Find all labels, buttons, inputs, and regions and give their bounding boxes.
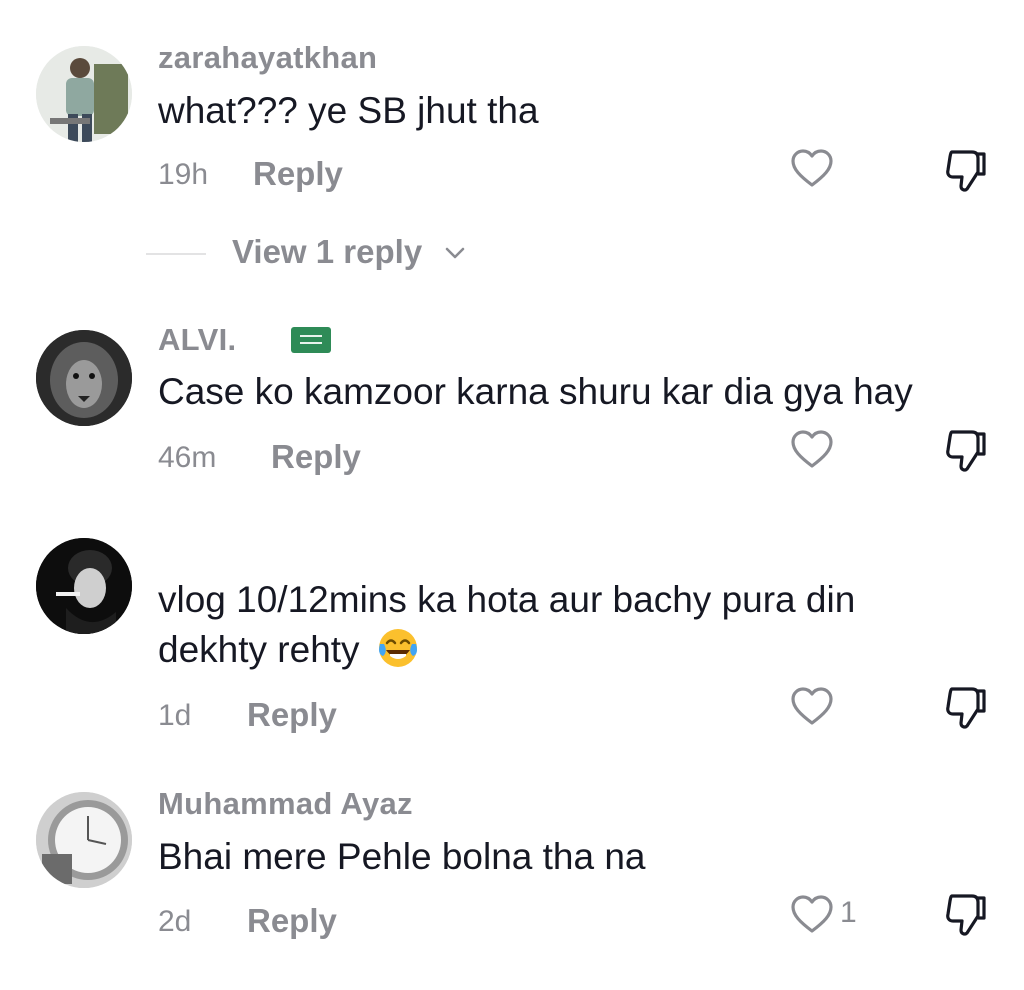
like-button[interactable] <box>790 429 834 469</box>
reply-button[interactable]: Reply <box>253 155 343 193</box>
comment-text: Case ko kamzoor karna shuru kar dia gya … <box>158 371 913 412</box>
thumbs-down-icon <box>946 430 986 472</box>
avatar[interactable] <box>36 792 132 888</box>
reply-button[interactable]: Reply <box>247 902 337 940</box>
comment-time: 1d <box>158 699 192 732</box>
face-with-tears-of-joy-icon <box>378 629 417 667</box>
comment-username[interactable]: zarahayatkhan <box>158 40 377 76</box>
comment-text-line2: dekhty rehty <box>158 625 420 674</box>
comment-username[interactable]: ALVI. <box>158 322 236 358</box>
avatar[interactable] <box>36 538 132 634</box>
smoking-man-photo-avatar-icon <box>36 538 132 634</box>
view-replies-button[interactable]: View 1 reply <box>146 230 526 276</box>
like-button[interactable] <box>790 148 834 188</box>
dislike-button[interactable] <box>944 428 988 474</box>
chevron-down-icon <box>445 247 465 259</box>
dislike-button[interactable] <box>944 148 988 194</box>
heart-icon <box>791 895 833 933</box>
comment-text: what??? ye SB jhut tha <box>158 90 539 131</box>
lion-photo-avatar-icon <box>36 330 132 426</box>
person-photo-avatar-icon <box>36 46 132 142</box>
avatar[interactable] <box>36 330 132 426</box>
thumbs-down-icon <box>946 687 986 729</box>
comment-text-content: dekhty rehty <box>158 629 360 670</box>
comment-text: Bhai mere Pehle bolna tha na <box>158 836 646 877</box>
comment-username[interactable]: Muhammad Ayaz <box>158 786 413 822</box>
heart-icon <box>791 430 833 468</box>
dislike-button[interactable] <box>944 685 988 731</box>
heart-icon <box>791 687 833 725</box>
thumbs-down-icon <box>946 894 986 936</box>
watch-photo-avatar-icon <box>36 792 132 888</box>
saudi-arabia-flag-icon <box>291 327 331 353</box>
like-button[interactable] <box>790 894 834 934</box>
view-replies-label: View 1 reply <box>232 233 423 270</box>
comment-time: 46m <box>158 441 217 474</box>
comment-text: vlog 10/12mins ka hota aur bachy pura di… <box>158 579 856 620</box>
comment-time: 2d <box>158 905 192 938</box>
heart-icon <box>791 149 833 187</box>
reply-button[interactable]: Reply <box>247 696 337 734</box>
comment-item: zarahayatkhan what??? ye SB jhut tha 19h… <box>0 0 1024 290</box>
avatar[interactable] <box>36 46 132 142</box>
divider-line <box>146 253 206 255</box>
dislike-button[interactable] <box>944 892 988 938</box>
like-button[interactable] <box>790 686 834 726</box>
like-count: 1 <box>840 896 857 929</box>
reply-button[interactable]: Reply <box>271 438 361 476</box>
comment-time: 19h <box>158 158 209 191</box>
thumbs-down-icon <box>946 150 986 192</box>
